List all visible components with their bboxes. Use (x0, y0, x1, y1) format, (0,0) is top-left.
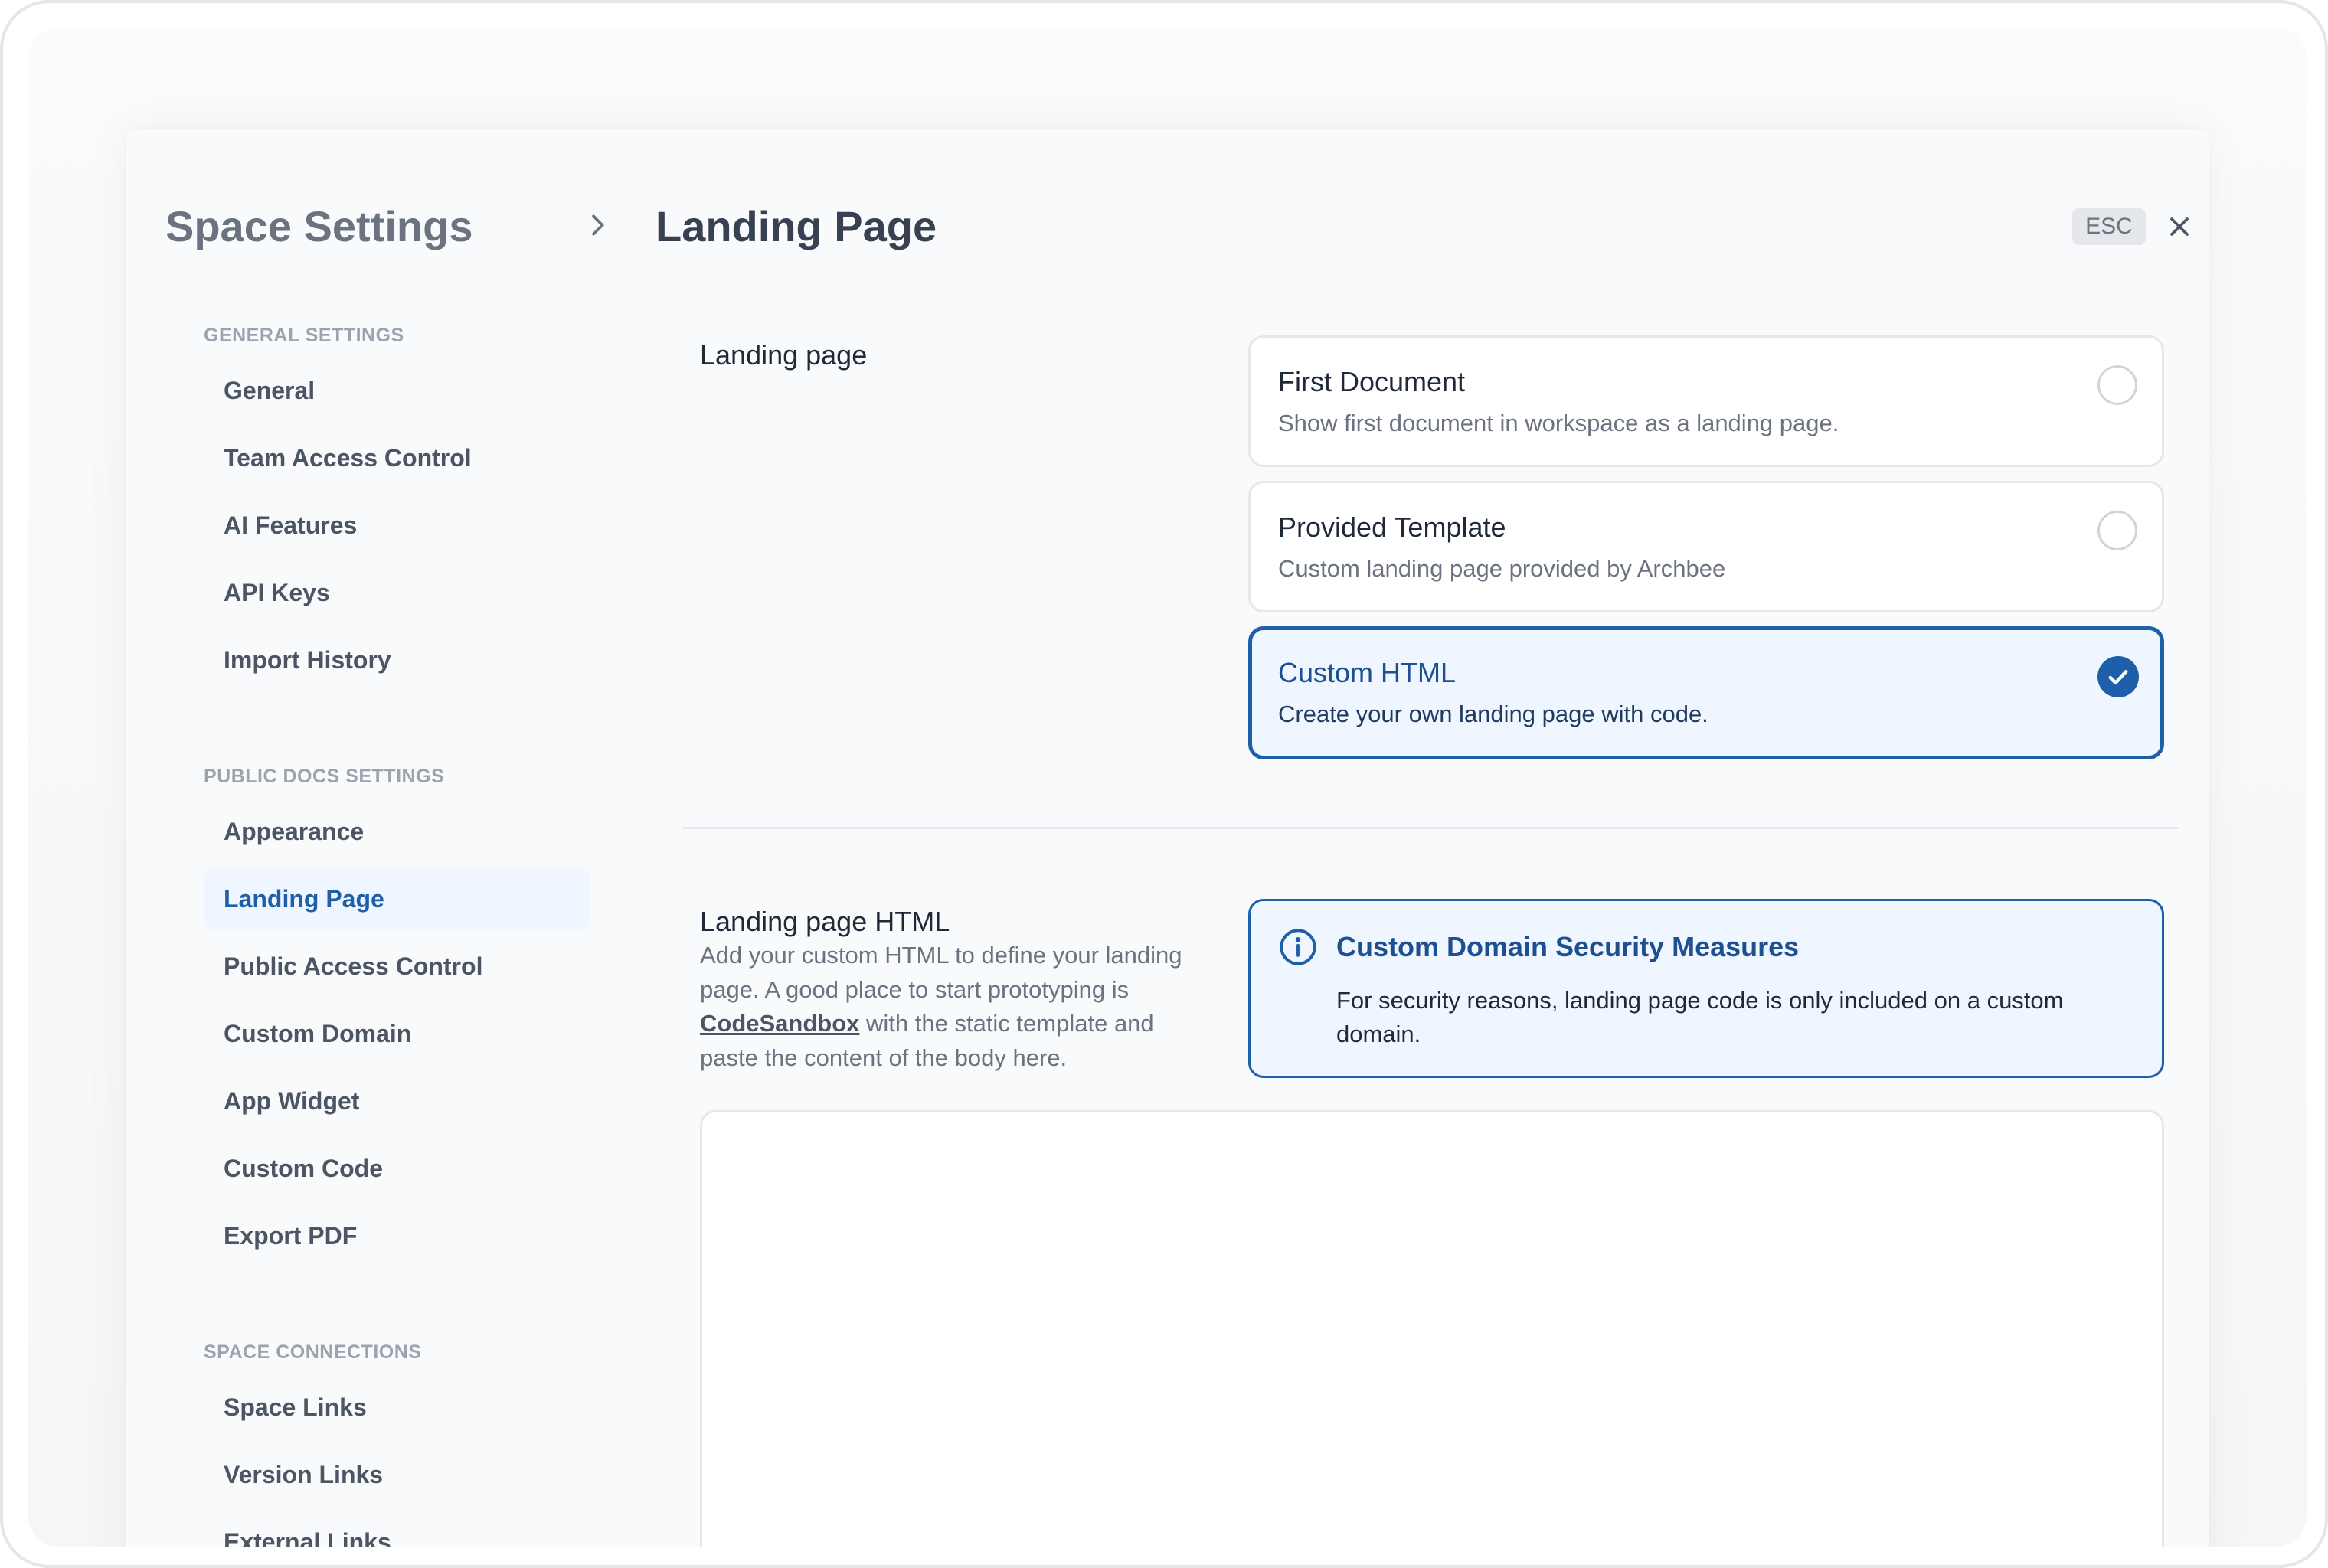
sidebar-item-landing-page[interactable]: Landing Page (204, 868, 590, 929)
chevron-right-icon (592, 214, 604, 236)
help-text-before: Add your custom HTML to define your land… (700, 942, 1182, 1003)
sidebar-item-custom-code[interactable]: Custom Code (204, 1138, 590, 1199)
sidebar-item-external-links[interactable]: External Links (204, 1511, 590, 1547)
section-divider (683, 827, 2179, 829)
codesandbox-link[interactable]: CodeSandbox (700, 1010, 859, 1037)
device-frame: Space Settings Landing Page ESC GENERAL … (0, 0, 2328, 1568)
sidebar-item-api-keys[interactable]: API Keys (204, 562, 590, 623)
sidebar-item-appearance[interactable]: Appearance (204, 801, 590, 862)
info-circle-icon (1280, 929, 1316, 965)
custom-domain-info-box: Custom Domain Security Measures For secu… (1248, 899, 2164, 1078)
landing-page-label: Landing page (700, 339, 868, 371)
option-provided-template[interactable]: Provided Template Custom landing page pr… (1248, 481, 2164, 612)
sidebar-item-general[interactable]: General (204, 360, 590, 421)
radio-unchecked[interactable] (2097, 365, 2137, 405)
sidebar-item-export-pdf[interactable]: Export PDF (204, 1205, 590, 1266)
sidebar-item-ai-features[interactable]: AI Features (204, 495, 590, 556)
landing-page-html-label: Landing page HTML (700, 906, 950, 937)
option-description: Create your own landing page with code. (1278, 701, 1708, 727)
landing-page-html-help: Add your custom HTML to define your land… (700, 939, 1205, 1075)
parent-title[interactable]: Space Settings (165, 199, 472, 254)
option-title: Custom HTML (1278, 657, 1457, 688)
close-icon[interactable] (2164, 211, 2195, 242)
option-custom-html[interactable]: Custom HTML Create your own landing page… (1248, 626, 2164, 760)
check-icon (2108, 670, 2128, 685)
settings-modal: Space Settings Landing Page ESC GENERAL … (126, 129, 2209, 1547)
option-description: Custom landing page provided by Archbee (1278, 555, 1726, 582)
sidebar-heading-general: GENERAL SETTINGS (204, 325, 404, 346)
radio-unchecked[interactable] (2097, 511, 2137, 550)
radio-checked[interactable] (2097, 656, 2139, 697)
sidebar-heading-space-connections: SPACE CONNECTIONS (204, 1341, 422, 1363)
esc-key-badge: ESC (2072, 208, 2146, 245)
option-title: First Document (1278, 366, 1466, 397)
page-title: Landing Page (656, 202, 937, 250)
sidebar-item-import-history[interactable]: Import History (204, 629, 590, 691)
html-code-editor[interactable] (700, 1110, 2164, 1547)
sidebar-heading-public-docs: PUBLIC DOCS SETTINGS (204, 766, 445, 787)
option-description: Show first document in workspace as a la… (1278, 410, 1839, 436)
sidebar-item-custom-domain[interactable]: Custom Domain (204, 1003, 590, 1064)
info-title: Custom Domain Security Measures (1336, 931, 1800, 962)
option-title: Provided Template (1278, 511, 1506, 543)
sidebar-item-version-links[interactable]: Version Links (204, 1444, 590, 1505)
sidebar-item-app-widget[interactable]: App Widget (204, 1070, 590, 1132)
option-first-document[interactable]: First Document Show first document in wo… (1248, 335, 2164, 467)
sidebar-item-team-access-control[interactable]: Team Access Control (204, 427, 590, 488)
info-text: For security reasons, landing page code … (1336, 987, 2064, 1047)
sidebar-item-public-access-control[interactable]: Public Access Control (204, 936, 590, 997)
sidebar-item-space-links[interactable]: Space Links (204, 1377, 590, 1438)
app-backdrop: Space Settings Landing Page ESC GENERAL … (28, 28, 2307, 1547)
